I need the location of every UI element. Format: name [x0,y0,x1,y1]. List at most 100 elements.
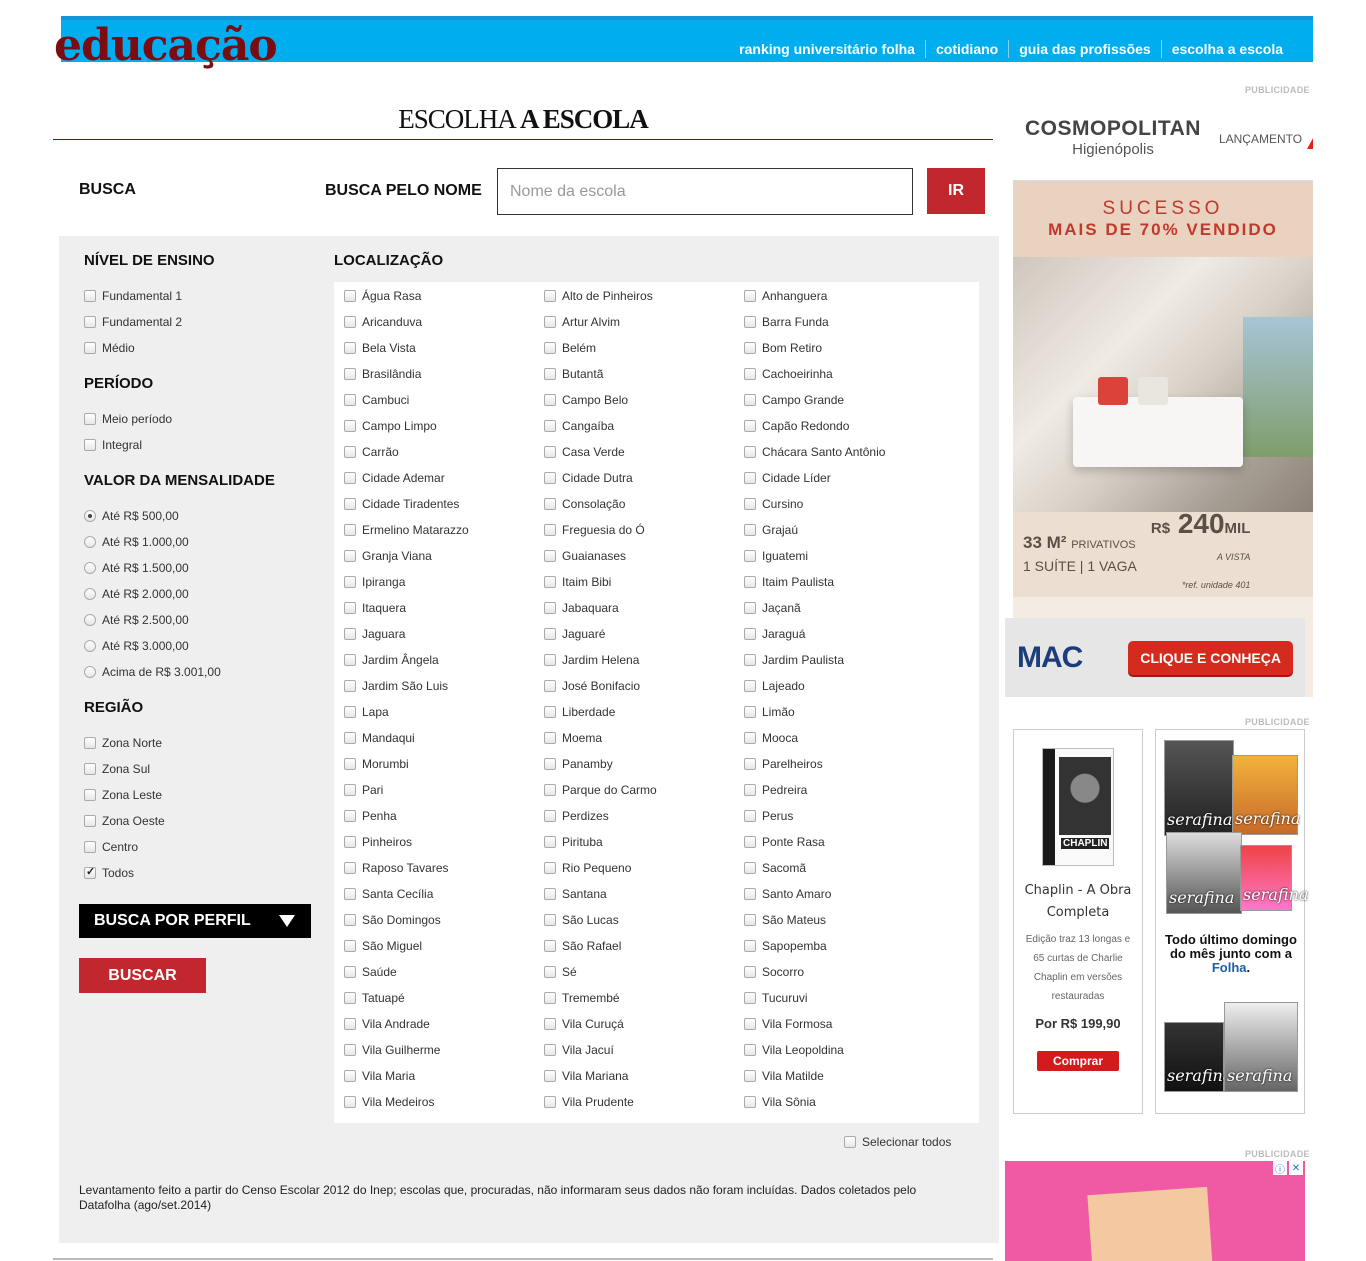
checkbox[interactable] [344,342,356,354]
localizacao-option[interactable]: Jardim Helena [544,652,639,668]
localizacao-option[interactable]: Butantã [544,366,603,382]
regiao-option[interactable]: Zona Oeste [84,813,165,829]
checkbox[interactable] [344,1044,356,1056]
localizacao-option[interactable]: Pinheiros [344,834,412,850]
checkbox[interactable] [744,420,756,432]
checkbox[interactable] [344,784,356,796]
checkbox[interactable] [744,394,756,406]
nav-link-guia[interactable]: guia das profissões [1008,40,1160,58]
localizacao-option[interactable]: Brasilândia [344,366,421,382]
localizacao-option[interactable]: Jaguaré [544,626,605,642]
localizacao-option[interactable]: Lajeado [744,678,805,694]
localizacao-option[interactable]: Mandaqui [344,730,415,746]
checkbox[interactable] [344,446,356,458]
localizacao-option[interactable]: Cidade Líder [744,470,831,486]
mensalidade-option[interactable]: Acima de R$ 3.001,00 [84,664,221,680]
localizacao-option[interactable]: Jardim São Luis [344,678,448,694]
checkbox[interactable] [544,628,556,640]
checkbox[interactable] [744,342,756,354]
school-name-input[interactable] [497,168,913,215]
localizacao-option[interactable]: José Bonifacio [544,678,640,694]
localizacao-option[interactable]: Jaguara [344,626,405,642]
localizacao-option[interactable]: Artur Alvim [544,314,620,330]
checkbox[interactable] [544,420,556,432]
localizacao-option[interactable]: Cursino [744,496,803,512]
regiao-option[interactable]: Todos [84,865,134,881]
localizacao-option[interactable]: Belém [544,340,596,356]
localizacao-option[interactable]: Vila Guilherme [344,1042,440,1058]
checkbox[interactable] [744,654,756,666]
checkbox[interactable] [744,446,756,458]
localizacao-option[interactable]: São Mateus [744,912,826,928]
localizacao-option[interactable]: Cambuci [344,392,409,408]
checkbox[interactable] [344,706,356,718]
localizacao-option[interactable]: Grajaú [744,522,798,538]
checkbox[interactable] [84,865,96,879]
nivel-option[interactable]: Fundamental 1 [84,288,182,304]
localizacao-option[interactable]: São Rafael [544,938,621,954]
buscar-button[interactable]: BUSCAR [79,958,206,993]
checkbox[interactable] [84,841,96,853]
localizacao-option[interactable]: Campo Grande [744,392,844,408]
ad-bottom-banner[interactable]: ⓘ ✕ [1005,1161,1305,1261]
checkbox[interactable] [744,602,756,614]
checkbox[interactable] [544,1070,556,1082]
regiao-option[interactable]: Zona Leste [84,787,162,803]
checkbox[interactable] [344,992,356,1004]
checkbox[interactable] [744,524,756,536]
ad-serafina[interactable]: serafina serafina serafina serafina Todo… [1155,729,1308,1114]
localizacao-option[interactable]: Itaquera [344,600,406,616]
checkbox[interactable] [344,316,356,328]
checkbox[interactable] [744,836,756,848]
checkbox[interactable] [84,413,96,425]
localizacao-option[interactable]: Jaraguá [744,626,805,642]
checkbox[interactable] [544,550,556,562]
checkbox[interactable] [544,966,556,978]
nav-link-cotidiano[interactable]: cotidiano [924,40,1008,58]
checkbox[interactable] [344,914,356,926]
checkbox[interactable] [544,654,556,666]
regiao-option[interactable]: Zona Norte [84,735,162,751]
checkbox[interactable] [744,732,756,744]
localizacao-option[interactable]: Alto de Pinheiros [544,288,653,304]
checkbox[interactable] [744,758,756,770]
localizacao-option[interactable]: Moema [544,730,602,746]
localizacao-option[interactable]: Vila Curuçá [544,1016,624,1032]
checkbox[interactable] [744,706,756,718]
radio-button[interactable] [84,510,96,522]
radio-button[interactable] [84,588,96,600]
radio-button[interactable] [84,666,96,678]
comprar-button[interactable]: Comprar [1036,1051,1119,1071]
checkbox[interactable] [544,888,556,900]
checkbox[interactable] [544,472,556,484]
localizacao-option[interactable]: Rio Pequeno [544,860,631,876]
localizacao-option[interactable]: Vila Andrade [344,1016,430,1032]
localizacao-option[interactable]: Vila Jacuí [544,1042,614,1058]
checkbox[interactable] [744,1044,756,1056]
localizacao-option[interactable]: Santa Cecília [344,886,433,902]
checkbox[interactable] [344,576,356,588]
checkbox[interactable] [544,1044,556,1056]
localizacao-option[interactable]: Santo Amaro [744,886,831,902]
localizacao-option[interactable]: Casa Verde [544,444,625,460]
checkbox[interactable] [744,992,756,1004]
checkbox[interactable] [544,368,556,380]
checkbox[interactable] [544,290,556,302]
checkbox[interactable] [544,810,556,822]
checkbox[interactable] [744,316,756,328]
radio-button[interactable] [84,562,96,574]
checkbox[interactable] [744,1096,756,1108]
localizacao-option[interactable]: Parque do Carmo [544,782,657,798]
mensalidade-option[interactable]: Até R$ 2.500,00 [84,612,189,628]
localizacao-option[interactable]: Vila Formosa [744,1016,832,1032]
checkbox[interactable] [544,576,556,588]
localizacao-option[interactable]: Granja Viana [344,548,432,564]
localizacao-option[interactable]: Pari [344,782,383,798]
nivel-option[interactable]: Fundamental 2 [84,314,182,330]
checkbox[interactable] [544,992,556,1004]
checkbox[interactable] [344,420,356,432]
checkbox[interactable] [544,1018,556,1030]
localizacao-option[interactable]: Ponte Rasa [744,834,825,850]
checkbox[interactable] [344,472,356,484]
localizacao-option[interactable]: São Lucas [544,912,619,928]
